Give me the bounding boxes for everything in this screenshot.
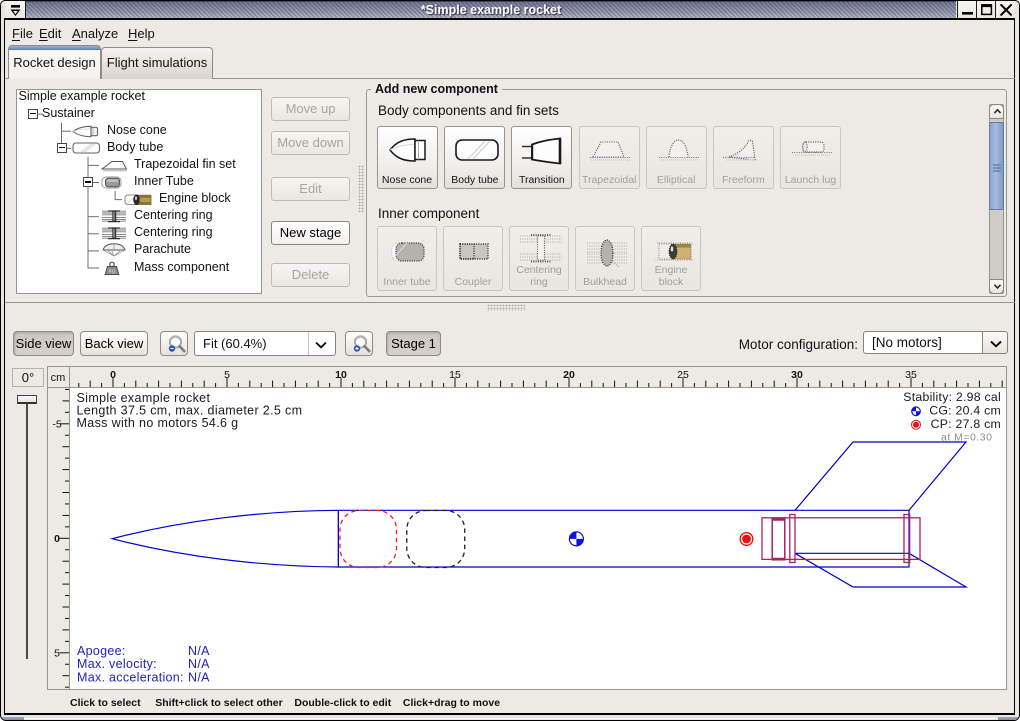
svg-text:Max. acceleration:: Max. acceleration: — [77, 671, 184, 685]
svg-text:35: 35 — [905, 369, 917, 381]
svg-text:CP: 27.8 cm: CP: 27.8 cm — [931, 417, 1001, 431]
svg-text:30: 30 — [791, 369, 803, 381]
svg-text:kg: kg — [109, 268, 115, 274]
svg-text:5: 5 — [224, 369, 230, 381]
svg-text:N/A: N/A — [188, 671, 210, 685]
svg-text:5: 5 — [54, 647, 60, 659]
svg-text:10: 10 — [335, 369, 347, 381]
svg-text:20: 20 — [563, 369, 575, 381]
svg-text:0: 0 — [54, 533, 60, 545]
svg-text:Stability: 2.98 cal: Stability: 2.98 cal — [903, 390, 1001, 404]
svg-text:Mass with no motors 54.6 g: Mass with no motors 54.6 g — [77, 416, 239, 430]
svg-text:N/A: N/A — [188, 657, 210, 671]
svg-text:Apogee:: Apogee: — [77, 644, 126, 658]
svg-text:15: 15 — [449, 369, 461, 381]
svg-text:-5: -5 — [52, 418, 61, 430]
svg-text:CG: 20.4 cm: CG: 20.4 cm — [929, 404, 1001, 418]
svg-text:0: 0 — [110, 369, 116, 381]
svg-text:N/A: N/A — [188, 644, 210, 658]
svg-text:Max. velocity:: Max. velocity: — [77, 657, 157, 671]
svg-text:cm: cm — [51, 372, 66, 384]
svg-text:25: 25 — [677, 369, 689, 381]
